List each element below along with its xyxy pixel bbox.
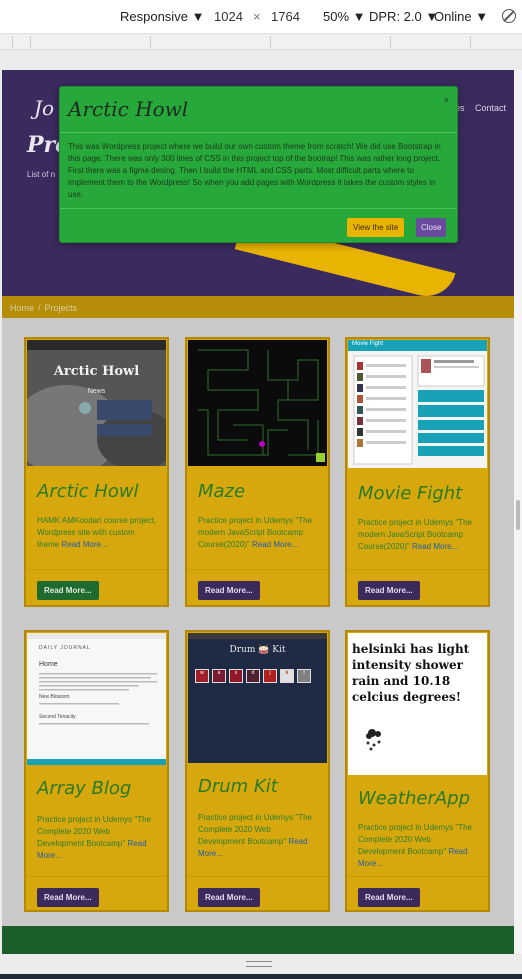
project-thumbnail[interactable]: Movie Fight [348,340,487,468]
breadcrumb: Home / Projects [2,296,514,318]
zoom-label: 50% [323,9,350,24]
thumb-weather-text: helsinki has light intensity shower rain… [352,642,470,704]
scrollbar-thumb[interactable] [516,500,520,530]
chevron-down-icon: ▼ [475,9,489,24]
card-divider [187,876,328,877]
read-more-button[interactable]: Read More... [358,888,420,907]
close-button[interactable]: Close [416,218,447,237]
read-more-link[interactable]: Read More... [412,542,458,551]
card-description: Practice project in Udemys "The modern J… [198,515,320,551]
chevron-down-icon: ▼ [191,9,205,24]
project-thumbnail[interactable]: helsinki has light intensity shower rain… [348,633,487,775]
read-more-button[interactable]: Read More... [198,581,260,600]
thumb-heading: Arctic Howl [53,364,140,379]
view-site-button[interactable]: View the site [347,218,405,237]
read-more-button[interactable]: Read More... [198,888,260,907]
drum-key: s [229,669,243,683]
read-more-link[interactable]: Read More... [61,540,107,549]
project-thumbnail[interactable]: DAILY JOURNAL Home New Blossom Second Te… [27,633,166,765]
card-title: WeatherApp [358,788,471,809]
read-more-link[interactable]: Read More... [252,540,298,549]
card-description: HAMK AMKoodari course project, Wordpress… [37,515,159,551]
breadcrumb-current: Projects [44,303,78,313]
card-divider [187,569,328,570]
network-label: Online [434,9,472,24]
project-card-maze: Maze Practice project in Udemys "The mod… [185,337,330,607]
drum-key: l [297,669,311,683]
card-description: Practice project in Udemys "The modern J… [358,517,480,553]
modal-header-divider [60,132,457,133]
card-description: Practice project in Udemys "The Complete… [358,822,480,870]
drum-key: w [195,669,209,683]
drum-key: j [263,669,277,683]
project-card-array-blog: DAILY JOURNAL Home New Blossom Second Te… [24,630,169,912]
modal-footer-divider [60,208,457,209]
read-more-button[interactable]: Read More... [37,581,99,600]
card-divider [347,876,488,877]
width-input[interactable]: 1024 [214,9,243,24]
drum-key: k [280,669,294,683]
drum-key: a [212,669,226,683]
nav-item-contact[interactable]: Contact [475,103,506,113]
read-more-button[interactable]: Read More... [358,581,420,600]
card-title: Arctic Howl [37,481,139,502]
card-description: Practice project in Udemys "The Complete… [37,814,159,862]
movie-fight-illustration [353,355,485,465]
breadcrumb-separator: / [38,303,41,313]
network-select[interactable]: Online ▼ [434,9,488,24]
zoom-select[interactable]: 50% ▼ [323,9,366,24]
page-subtitle: List of n [27,170,56,179]
height-input[interactable]: 1764 [271,9,300,24]
project-card-drum-kit: Drum 🥁 Kit w a s d j k l Drum Kit Practi… [185,630,330,912]
modal-title: Arctic Howl [68,97,189,121]
project-card-arctic-howl: Arctic Howl News Arctic Howl HAMK AMKood… [24,337,169,607]
project-thumbnail[interactable] [188,340,327,466]
project-thumbnail[interactable]: Drum 🥁 Kit w a s d j k l [188,633,327,763]
project-card-movie-fight: Movie Fight Movie Fight Practice project… [345,337,490,607]
card-title: Movie Fight [358,483,463,504]
thumb-post-title: Second Tenacity [39,714,76,720]
project-thumbnail[interactable]: Arctic Howl News [27,340,166,466]
breadcrumb-home[interactable]: Home [10,303,34,313]
drum-key: d [246,669,260,683]
thumb-heading: Drum 🥁 Kit [229,645,286,655]
chevron-down-icon: ▼ [352,9,366,24]
resize-handle-icon[interactable] [246,961,272,967]
card-description: Practice project in Udemys "The Complete… [198,812,320,860]
card-title: Drum Kit [198,776,278,797]
dimension-separator: × [253,9,261,24]
drum-keys: w a s d j k l [195,669,311,683]
dpr-label: DPR: 2.0 [369,9,422,24]
devtools-toolbar: Responsive ▼ 1024 × 1764 50% ▼ DPR: 2.0 … [0,0,522,34]
card-title: Array Blog [37,778,132,799]
project-modal: Arctic Howl × This was Wordpress project… [59,86,458,243]
modal-body: This was Wordpress project where we buil… [68,142,441,199]
site-brand[interactable]: Jo [34,96,54,120]
taskbar-edge [0,974,522,979]
card-divider [26,569,167,570]
thumb-subheading: News [87,388,106,395]
dpr-select[interactable]: DPR: 2.0 ▼ [369,9,438,24]
card-divider [347,569,488,570]
thumb-browser-bar [188,633,327,639]
card-title: Maze [198,481,246,502]
project-card-weatherapp: helsinki has light intensity shower rain… [345,630,490,912]
close-icon[interactable]: × [444,95,449,105]
block-requests-icon[interactable] [502,9,516,23]
device-label: Responsive [120,9,188,24]
read-more-button[interactable]: Read More... [37,888,99,907]
maze-illustration [188,340,327,466]
page-scrollbar[interactable] [514,70,522,954]
thumb-post-title: New Blossom [39,694,70,700]
card-divider [26,876,167,877]
media-query-ruler[interactable] [0,34,522,50]
device-select[interactable]: Responsive ▼ [120,9,204,24]
rain-cloud-icon [366,729,381,751]
site-footer [2,926,514,954]
